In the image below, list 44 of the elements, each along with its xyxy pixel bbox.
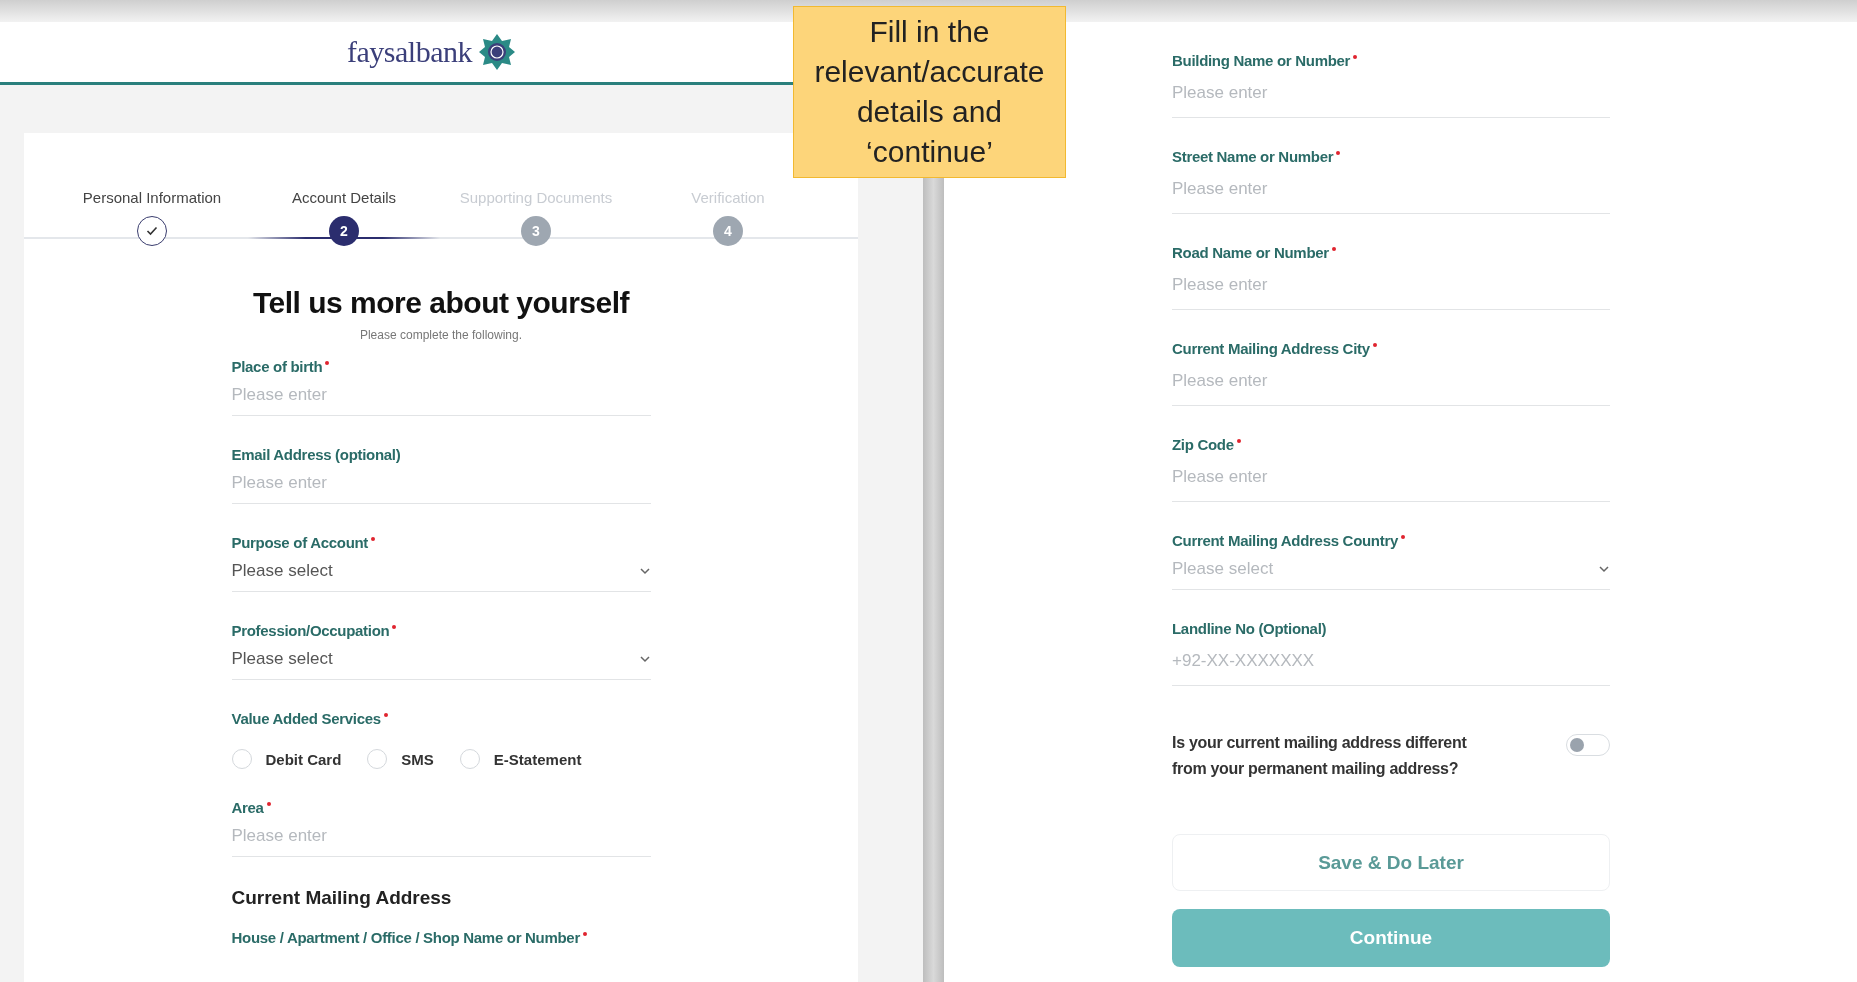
field-label: House / Apartment / Office / Shop Name or Number [231,929,580,946]
step-indicator: 4 [713,216,743,246]
field-label: Area [231,799,264,816]
text-field[interactable]: Please enter [231,816,651,857]
page-subtitle: Please complete the following. [358,328,524,342]
star-emblem-icon [477,33,516,71]
field-label: Current Mailing Address Country [1172,532,1398,549]
text-field[interactable]: Please enter [1172,165,1610,214]
field-label: Building Name or Number [1172,52,1351,69]
radio-option[interactable]: Debit Card [231,749,342,769]
text-field[interactable]: Please enter [231,375,651,416]
chevron-down-icon [638,655,651,663]
text-field[interactable]: Please enter [231,463,651,504]
text-field[interactable]: Please enter [1172,261,1610,310]
step-label: Personal Information [82,189,222,206]
field-label: Current Mailing Address City [1172,340,1370,357]
field-label: Street Name or Number [1172,148,1334,165]
chevron-down-icon [1598,565,1610,573]
text-field[interactable]: Please enter [1172,69,1610,118]
page-title: Tell us more about yourself [252,286,631,320]
check-icon [146,226,158,236]
radio-option[interactable]: E-Statement [459,749,582,769]
field-label: Email Address (optional) [231,446,401,463]
step-label: Account Details [291,189,397,206]
text-field[interactable]: Please enter [1172,357,1610,406]
field-label: Landline No (Optional) [1172,620,1327,637]
field-label: Place of birth [231,358,323,375]
step-indicator: 2 [329,216,359,246]
radio-option[interactable]: SMS [367,749,434,769]
field-label: Road Name or Number [1172,244,1329,261]
logo-wordmark: faysalbank [347,35,472,69]
field-label: Profession/Occupation [231,622,390,639]
text-field[interactable]: +92-XX-XXXXXXX [1172,637,1610,686]
chevron-down-icon [638,567,651,575]
toggle-question: Is your current mailing address different from your permanent mailing address? [1172,733,1468,779]
field-label: Zip Code [1172,436,1234,453]
select-field[interactable]: Please select [231,639,651,680]
field-label: Value Added Services [231,710,381,727]
instruction-callout: Fill in the relevant/accurate details and ‘continue’ [793,6,1066,178]
field-label: Purpose of Account [231,534,369,551]
section-heading: Current Mailing Address [231,887,453,909]
step-indicator: 3 [521,216,551,246]
text-field[interactable]: Please enter [1172,453,1610,502]
select-field[interactable]: Please select [231,551,651,592]
